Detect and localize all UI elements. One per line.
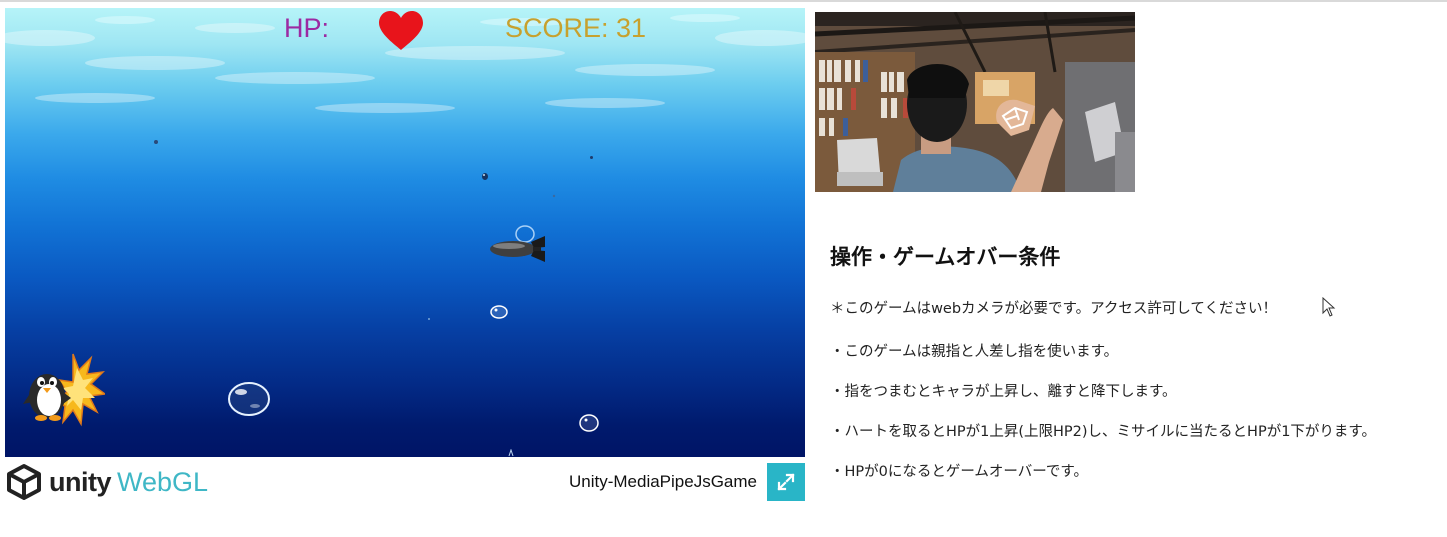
instructions-heading: 操作・ゲームオバー条件 [830, 245, 1061, 269]
bubble [490, 305, 508, 319]
score-label: SCORE: 31 [505, 13, 647, 43]
bubble [552, 194, 556, 198]
bubble [508, 449, 514, 457]
game-canvas[interactable]: HP: SCORE: 31 [5, 8, 805, 457]
hp-label: HP: [284, 13, 330, 43]
unity-footer: unity WebGL Unity-MediaPipeJsGame [5, 457, 805, 507]
mouse-cursor-icon [1322, 297, 1336, 317]
bubble [228, 382, 270, 416]
webcam-video [815, 12, 1135, 192]
rule-item: ・ハートを取るとHPが1上昇(上限HP2)し、ミサイルに当たるとHPが1下がりま… [830, 424, 1376, 440]
bubble [428, 318, 430, 320]
unity-logo-icon [7, 464, 41, 500]
webcam-frame [815, 12, 1135, 192]
bubble [590, 156, 593, 159]
bubble [482, 173, 488, 180]
webcam-permission-note: ＊このゲームはwebカメラが必要です。アクセス許可してください！ [830, 301, 1278, 317]
build-title: Unity-MediaPipeJsGame [568, 472, 757, 491]
bubble [579, 414, 599, 432]
rule-item: ・指をつまむとキャラが上昇し、離すと降下します。 [830, 384, 1177, 400]
penguin-player [23, 353, 105, 427]
heart-icon [379, 11, 423, 50]
webgl-wordmark: WebGL [117, 467, 209, 497]
unity-wordmark: unity [49, 467, 112, 497]
bubble [154, 140, 158, 144]
fullscreen-button[interactable] [767, 463, 805, 501]
rule-item: ・HPが0になるとゲームオーバーです。 [830, 464, 1088, 480]
rule-item: ・このゲームは親指と人差し指を使います。 [830, 344, 1119, 360]
missile [490, 236, 545, 262]
fullscreen-icon [777, 473, 795, 491]
page-top-border [0, 0, 1447, 2]
instructions-panel: 操作・ゲームオバー条件 ＊このゲームはwebカメラが必要です。アクセス許可してく… [830, 240, 1430, 480]
